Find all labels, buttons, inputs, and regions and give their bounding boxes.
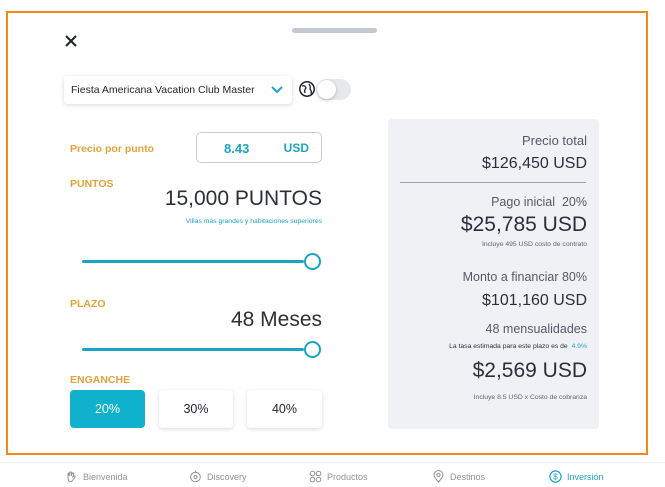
nav-label-inversion: Inversión (567, 471, 604, 482)
points-slider[interactable] (82, 252, 323, 272)
nav-item-bienvenida[interactable]: Bienvenida (65, 470, 128, 483)
points-slider-track (82, 260, 304, 263)
down-payment-option-20[interactable]: 20% (70, 390, 145, 428)
monthly-payment-note: Incluye 8.5 USD x Costo de cobranza (473, 394, 587, 401)
rate-note: La tasa estimada para este plazo es de (449, 343, 568, 350)
monthly-payment-value: $2,569 USD (472, 359, 587, 382)
globe-icon[interactable] (298, 80, 316, 98)
term-value: 48 Meses (230, 308, 322, 331)
initial-payment-note: Incluye 495 USD costo de contrato (481, 241, 587, 248)
price-per-point-value: 8.43 (224, 141, 250, 156)
installments-label: 48 mensualidades (485, 322, 587, 336)
close-icon[interactable] (63, 33, 79, 49)
nav-label-discovery: Discovery (207, 471, 247, 482)
price-per-point-label: Precio por punto (70, 143, 154, 155)
term-slider-track (82, 348, 304, 351)
finance-amount-label: Monto a financiar 80% (462, 270, 587, 284)
nav-label-destinos: Destinos (450, 471, 486, 482)
down-payment-label: ENGANCHE (70, 374, 131, 386)
price-per-point-field[interactable]: 8.43 USD (196, 132, 322, 163)
price-per-point-currency: USD (283, 141, 309, 155)
svg-text:$: $ (553, 472, 558, 481)
term-slider[interactable] (82, 340, 323, 360)
term-label: PLAZO (70, 298, 106, 310)
points-hint: Villas más grandes y habitaciones superi… (185, 218, 322, 225)
points-slider-thumb[interactable] (304, 253, 321, 270)
nav-label-productos: Productos (327, 471, 368, 482)
nav-item-productos[interactable]: Productos (309, 470, 368, 483)
hand-wave-icon (67, 471, 76, 483)
toggle-knob (317, 80, 336, 99)
summary-panel: Precio total $126,450 USD Pago inicial 2… (388, 119, 599, 429)
drag-handle[interactable] (292, 28, 377, 33)
dollar-circle-icon: $ (549, 470, 562, 483)
nav-label-bienvenida: Bienvenida (83, 471, 128, 482)
nav-item-inversion[interactable]: $ Inversión (549, 470, 604, 483)
resort-select[interactable]: Fiesta Americana Vacation Club Master (64, 76, 292, 104)
points-label: PUNTOS (70, 178, 114, 190)
rate-value: 4.9% (571, 343, 588, 350)
chevron-down-icon (271, 86, 283, 94)
points-value: 15,000 PUNTOS (164, 187, 322, 210)
down-payment-option-30[interactable]: 30% (159, 390, 233, 428)
term-slider-thumb[interactable] (304, 341, 321, 358)
rate-note-row: La tasa estimada para este plazo es de 4… (449, 343, 587, 350)
total-price-label: Precio total (521, 133, 587, 148)
summary-divider (400, 182, 586, 183)
bottom-nav: Bienvenida Discovery Productos Destinos … (0, 462, 665, 487)
finance-amount-value: $101,160 USD (482, 292, 587, 309)
nav-item-discovery[interactable]: Discovery (189, 470, 247, 483)
down-payment-option-40[interactable]: 40% (247, 390, 322, 428)
initial-payment-value: $25,785 USD (460, 213, 587, 236)
nav-item-destinos[interactable]: Destinos (432, 470, 485, 483)
initial-payment-percent: 20% (561, 195, 587, 209)
compass-eye-icon (190, 470, 201, 483)
resort-select-value: Fiesta Americana Vacation Club Master (71, 84, 255, 96)
initial-payment-row: Pago inicial 20% (491, 195, 587, 209)
currency-toggle[interactable] (316, 79, 351, 100)
total-price-value: $126,450 USD (482, 155, 587, 172)
map-pin-icon (433, 470, 444, 483)
grid-icon (309, 470, 322, 483)
initial-payment-label: Pago inicial (491, 195, 556, 209)
